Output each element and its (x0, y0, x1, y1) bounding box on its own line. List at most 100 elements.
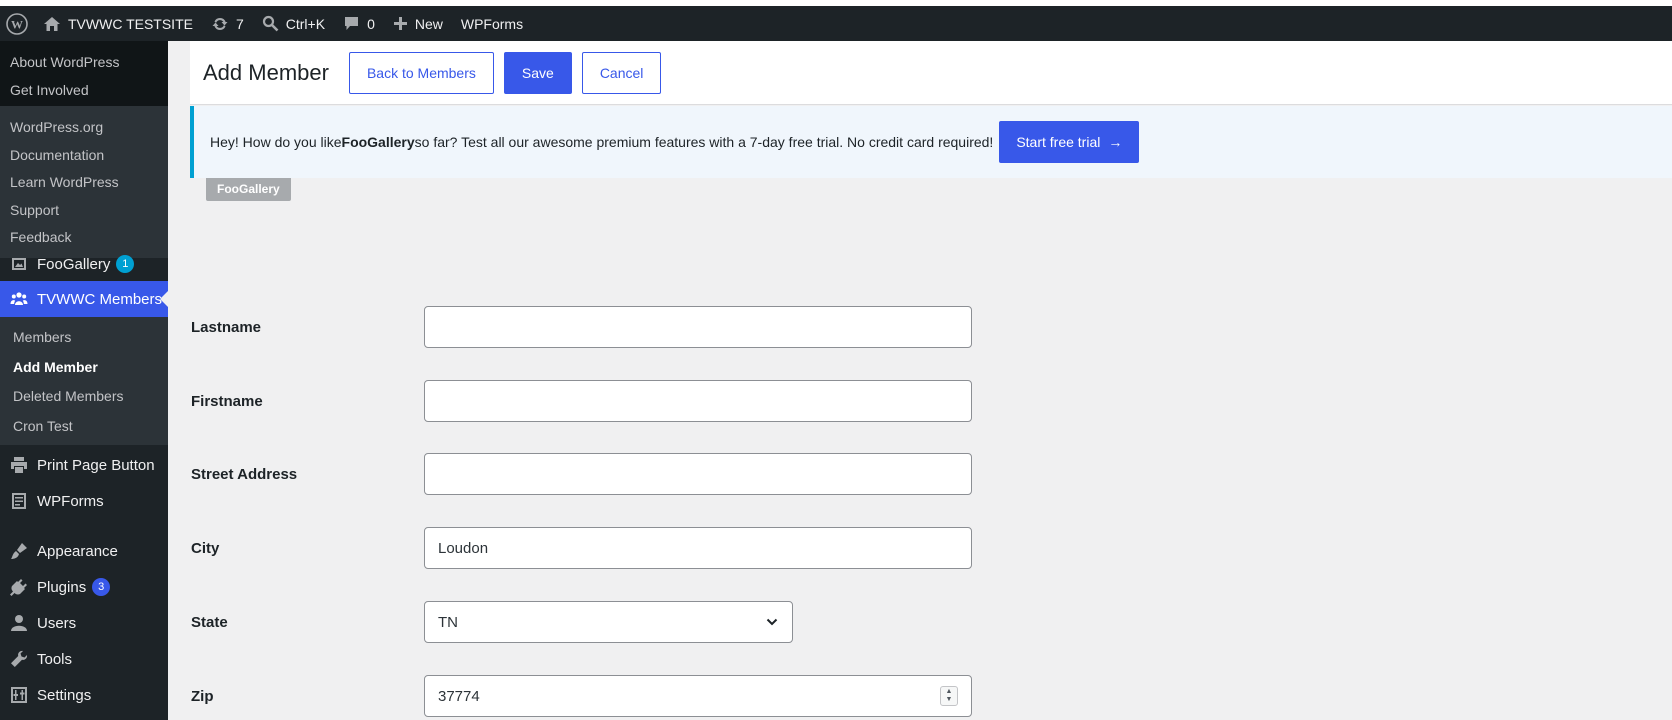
back-to-members-button[interactable]: Back to Members (348, 51, 494, 94)
sidebar-item-plugins[interactable]: Plugins 3 (0, 569, 168, 605)
sidebar-item-label: WPForms (37, 492, 104, 510)
sidebar-item-users[interactable]: Users (0, 605, 168, 641)
chevron-down-icon (766, 618, 778, 626)
sidebar-item-label: Plugins (37, 578, 87, 596)
search-shortcut: Ctrl+K (285, 15, 326, 32)
comments-link[interactable]: 0 (334, 6, 384, 41)
flyout-about-wordpress[interactable]: About WordPress (0, 49, 168, 77)
sidebar-item-settings[interactable]: Settings (0, 677, 168, 713)
wrench-icon (11, 650, 28, 667)
user-icon (11, 615, 27, 631)
flyout-wordpress-org[interactable]: WordPress.org (0, 114, 168, 142)
home-icon (44, 16, 60, 31)
svg-text:W: W (11, 17, 23, 31)
sidebar-item-tools[interactable]: Tools (0, 641, 168, 677)
updates-icon (212, 17, 228, 30)
sidebar-item-label: Print Page Button (37, 456, 155, 474)
firstname-input[interactable] (424, 380, 972, 422)
sidebar-item-appearance[interactable]: Appearance (0, 533, 168, 569)
wp-logo-flyout-links: WordPress.org Documentation Learn WordPr… (0, 106, 168, 258)
foogallery-notice-tag: FooGallery (206, 178, 291, 201)
sidebar-item-label: Users (37, 614, 77, 632)
sidebar-item-label: TVWWC Members (37, 290, 162, 308)
plugins-update-badge: 3 (92, 578, 111, 596)
updates-link[interactable]: 7 (202, 6, 253, 41)
save-button[interactable]: Save (503, 51, 572, 94)
gallery-icon (12, 258, 26, 270)
state-label: State (191, 613, 228, 631)
wordpress-logo-icon: W (6, 12, 28, 35)
trial-button-label: Start free trial (1016, 134, 1101, 150)
foogallery-count-badge: 1 (116, 255, 135, 273)
submenu-members[interactable]: Members (0, 323, 168, 353)
members-submenu: Members Add Member Deleted Members Cron … (0, 317, 168, 445)
flyout-support[interactable]: Support (0, 197, 168, 225)
form-row-city: City Loudon (191, 527, 972, 569)
flyout-learn-wordpress[interactable]: Learn WordPress (0, 169, 168, 197)
sidebar-item-wpforms[interactable]: WPForms (0, 483, 168, 519)
updates-count: 7 (235, 15, 244, 32)
sidebar-item-label: Settings (37, 686, 92, 704)
state-selected-value: TN (438, 613, 458, 631)
admin-bar: W TVWWC TESTSITE 7 Ctrl+K 0 New WPForms (0, 6, 1672, 41)
form-row-lastname: Lastname (191, 306, 972, 348)
site-name: TVWWC TESTSITE (68, 15, 193, 32)
wordpress-logo-menu[interactable]: W (0, 6, 34, 41)
plus-icon (393, 17, 407, 30)
page-title: Add Member (203, 59, 329, 85)
submenu-add-member[interactable]: Add Member (0, 353, 168, 383)
settings-sliders-icon (11, 687, 27, 703)
submenu-cron-test[interactable]: Cron Test (0, 412, 168, 442)
command-palette-search[interactable]: Ctrl+K (253, 6, 334, 41)
wpforms-label: WPForms (460, 15, 524, 32)
wpforms-admin-link[interactable]: WPForms (452, 6, 532, 41)
groups-icon (10, 292, 28, 305)
zip-label: Zip (191, 687, 214, 705)
foogallery-trial-notice: Hey! How do you like FooGallery so far? … (190, 106, 1672, 178)
state-select[interactable]: TN (424, 601, 793, 643)
sidebar-item-tvwwc-members[interactable]: TVWWC Members (0, 281, 168, 317)
submenu-deleted-members[interactable]: Deleted Members (0, 382, 168, 412)
comments-count: 0 (367, 15, 375, 32)
form-row-state: State TN (191, 601, 793, 643)
firstname-label: Firstname (191, 392, 263, 410)
form-row-firstname: Firstname (191, 380, 972, 422)
site-name-link[interactable]: TVWWC TESTSITE (34, 6, 202, 41)
flyout-documentation[interactable]: Documentation (0, 142, 168, 170)
city-input[interactable]: Loudon (424, 527, 972, 569)
forms-icon (12, 493, 26, 509)
sidebar-item-label: Appearance (37, 542, 118, 560)
sidebar-item-label: Tools (37, 650, 73, 668)
zip-input[interactable]: 37774 ▲ ▼ (424, 675, 972, 717)
arrow-right-icon: → (1108, 134, 1123, 150)
spinner-up-icon[interactable]: ▲ (946, 688, 953, 696)
plugin-icon (10, 579, 27, 596)
comment-icon (345, 17, 359, 30)
street-address-label: Street Address (191, 465, 298, 483)
lastname-input[interactable] (424, 306, 972, 348)
printer-icon (11, 457, 27, 473)
paintbrush-icon (11, 543, 27, 559)
form-row-zip: Zip 37774 ▲ ▼ (191, 675, 972, 717)
number-spinner[interactable]: ▲ ▼ (940, 686, 958, 706)
zip-value: 37774 (438, 687, 480, 705)
sidebar-item-print-page-button[interactable]: Print Page Button (0, 447, 168, 483)
street-address-input[interactable] (424, 453, 972, 495)
sidebar-item-label: FooGallery (37, 255, 111, 273)
city-label: City (191, 539, 220, 557)
flyout-get-involved[interactable]: Get Involved (0, 77, 168, 105)
sidebar-item-foogallery[interactable]: FooGallery 1 (0, 246, 168, 282)
notice-text-before: Hey! How do you like (210, 134, 342, 150)
spinner-down-icon[interactable]: ▼ (946, 696, 953, 704)
notice-brand: FooGallery (341, 134, 415, 150)
page-header: Add Member Back to Members Save Cancel (190, 41, 1672, 105)
new-label: New (414, 15, 443, 32)
lastname-label: Lastname (191, 318, 262, 336)
cancel-button[interactable]: Cancel (581, 51, 662, 94)
form-row-street-address: Street Address (191, 453, 972, 495)
start-free-trial-button[interactable]: Start free trial → (999, 121, 1140, 163)
notice-text-after: so far? Test all our awesome premium fea… (414, 134, 994, 150)
wp-logo-flyout-primary: About WordPress Get Involved (0, 41, 168, 106)
new-content-link[interactable]: New (384, 6, 452, 41)
admin-sidebar: About WordPress Get Involved WordPress.o… (0, 41, 168, 720)
